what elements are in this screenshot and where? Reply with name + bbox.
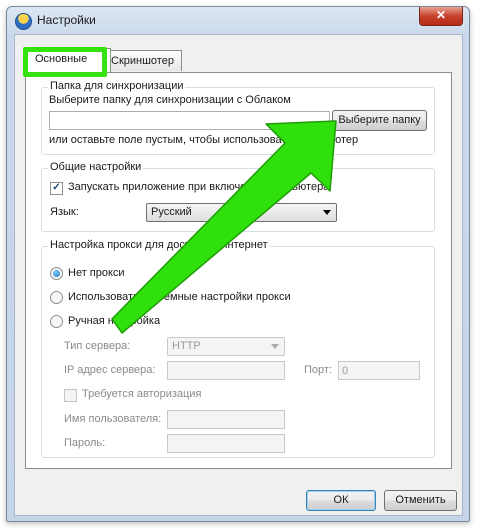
sync-folder-hint: или оставьте поле пустым, чтобы использо… xyxy=(49,134,359,146)
server-type-value: HTTP xyxy=(172,340,201,352)
language-select[interactable]: Русский xyxy=(146,203,337,222)
sync-group-title: Папка для синхронизации xyxy=(48,80,186,92)
proxy-group-title: Настройка прокси для доступа в Интернет xyxy=(48,239,270,251)
window-title: Настройки xyxy=(37,13,96,27)
language-select-value: Русский xyxy=(151,206,192,218)
dropdown-arrow-icon xyxy=(271,344,279,349)
radio-no-proxy-label: Нет прокси xyxy=(68,267,125,279)
ok-button[interactable]: ОК xyxy=(306,490,376,511)
password-input[interactable] xyxy=(167,434,285,453)
title-bar[interactable]: Настройки ✕ xyxy=(7,7,469,33)
server-ip-input[interactable] xyxy=(167,361,285,380)
dialog-body: Основные Скриншотер Папка для синхрониза… xyxy=(14,34,463,516)
settings-window: Настройки ✕ Основные Скриншотер Папка дл… xyxy=(6,6,470,522)
tab-panel-general: Папка для синхронизации Выберите папку д… xyxy=(25,72,452,469)
tab-screenshoter[interactable]: Скриншотер xyxy=(102,50,182,71)
sync-folder-prompt: Выберите папку для синхронизации с Облак… xyxy=(49,94,291,106)
sync-folder-input[interactable] xyxy=(49,111,330,130)
autostart-label: Запускать приложение при включении компь… xyxy=(68,181,330,193)
server-type-label: Тип сервера: xyxy=(64,340,131,352)
proxy-settings-group: Настройка прокси для доступа в Интернет … xyxy=(41,239,435,458)
tab-highlight-frame xyxy=(23,47,107,77)
username-label: Имя пользователя: xyxy=(64,413,162,425)
radio-manual-proxy[interactable] xyxy=(50,315,63,328)
server-type-select[interactable]: HTTP xyxy=(167,337,285,356)
radio-system-proxy-label: Использовать системные настройки прокси xyxy=(68,291,291,303)
cancel-button[interactable]: Отменить xyxy=(384,490,457,511)
port-input[interactable] xyxy=(338,361,420,380)
auth-required-checkbox[interactable] xyxy=(64,389,77,402)
radio-no-proxy[interactable] xyxy=(50,267,63,280)
username-input[interactable] xyxy=(167,410,285,429)
close-button[interactable]: ✕ xyxy=(419,7,463,26)
autostart-checkbox[interactable]: ✓ xyxy=(50,182,63,195)
radio-system-proxy[interactable] xyxy=(50,291,63,304)
password-label: Пароль: xyxy=(64,437,106,449)
server-ip-label: IP адрес сервера: xyxy=(64,364,156,376)
general-settings-group: Общие настройки ✓ Запускать приложение п… xyxy=(41,161,435,232)
language-label: Язык: xyxy=(50,206,79,218)
app-cloud-icon xyxy=(15,13,32,30)
port-label: Порт: xyxy=(304,364,332,376)
dropdown-arrow-icon xyxy=(323,210,331,215)
radio-manual-proxy-label: Ручная настройка xyxy=(68,315,161,327)
general-group-title: Общие настройки xyxy=(48,161,144,173)
auth-required-label: Требуется авторизация xyxy=(82,388,202,400)
choose-folder-button[interactable]: Выберите папку xyxy=(332,110,427,131)
sync-folder-group: Папка для синхронизации Выберите папку д… xyxy=(41,80,435,155)
